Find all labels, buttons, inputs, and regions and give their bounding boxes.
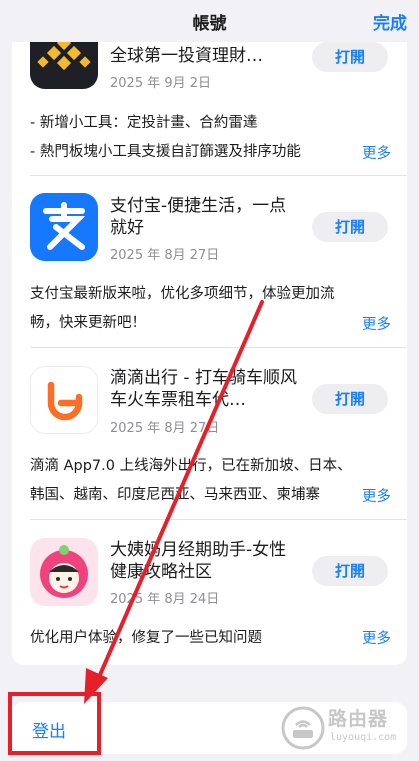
more-link[interactable]: 更多	[362, 485, 391, 506]
release-notes: 滴滴 App7.0 上线海外出行，已在新加坡、日本、 韩国、越南、印度尼西亚、马…	[30, 452, 365, 510]
open-button[interactable]: 打開	[312, 384, 388, 414]
release-notes: 优化用户体验，修复了一些已知问题	[30, 624, 350, 653]
divider	[30, 347, 407, 348]
release-note-line: - 新增小工具：定投計畫、合約雷達	[30, 115, 258, 131]
more-link[interactable]: 更多	[362, 142, 391, 163]
nav-header: 帳號 完成	[0, 0, 419, 42]
release-note-line: 支付宝最新版来啦，优化多项细节，体验更加流	[30, 286, 335, 302]
router-logo-icon	[281, 706, 325, 750]
app-name: 滴滴出行 - 打车骑车顺风车火车票租车代…	[110, 368, 297, 410]
divider	[30, 519, 407, 520]
app-update-date: 2025 年 8月 24日	[110, 592, 220, 607]
app-name: 大姨妈月经期助手-女性健康攻略社区	[110, 540, 287, 582]
open-button[interactable]: 打開	[312, 42, 388, 72]
app-update-date: 2025 年 8月 27日	[110, 421, 220, 436]
didi-icon[interactable]	[30, 366, 98, 434]
release-note-line: 优化用户体验，修复了一些已知问题	[30, 630, 262, 646]
app-update-date: 2025 年 9月 2日	[110, 76, 212, 91]
watermark: 路由器 luyouqi.com	[278, 700, 418, 756]
app-name: 全球第一投資理財…	[110, 46, 263, 66]
release-notes: 支付宝最新版来啦，优化多项细节，体验更加流 畅，快来更新吧！	[30, 280, 365, 338]
release-note-line: 滴滴 App7.0 上线海外出行，已在新加坡、日本、	[30, 458, 352, 474]
done-button[interactable]: 完成	[373, 9, 407, 34]
alipay-icon[interactable]	[30, 193, 98, 261]
more-link[interactable]: 更多	[362, 313, 391, 334]
annotation-highlight-box	[8, 692, 101, 755]
dayima-icon[interactable]	[30, 538, 98, 606]
app-update-date: 2025 年 8月 27日	[110, 248, 220, 263]
open-button[interactable]: 打開	[312, 556, 388, 586]
release-note-line: - 熱門板塊小工具支援自訂篩選及排序功能	[30, 144, 301, 160]
watermark-text: 路由器	[328, 708, 389, 730]
release-note-line: 韩国、越南、印度尼西亚、马来西亚、柬埔寨	[30, 487, 320, 503]
more-link[interactable]: 更多	[362, 627, 391, 648]
divider	[30, 175, 407, 176]
page-title: 帳號	[192, 14, 227, 34]
release-notes: - 新增小工具：定投計畫、合約雷達 - 熱門板塊小工具支援自訂篩選及排序功能	[30, 109, 350, 167]
app-name: 支付宝-便捷生活，一点就好	[110, 196, 287, 238]
open-button[interactable]: 打開	[312, 212, 388, 242]
release-note-line: 畅，快来更新吧！	[30, 315, 146, 331]
updates-list: 全球第一投資理財… 2025 年 9月 2日 打開 - 新增小工具：定投計畫、合…	[12, 0, 407, 665]
watermark-url: luyouqi.com	[330, 732, 397, 743]
